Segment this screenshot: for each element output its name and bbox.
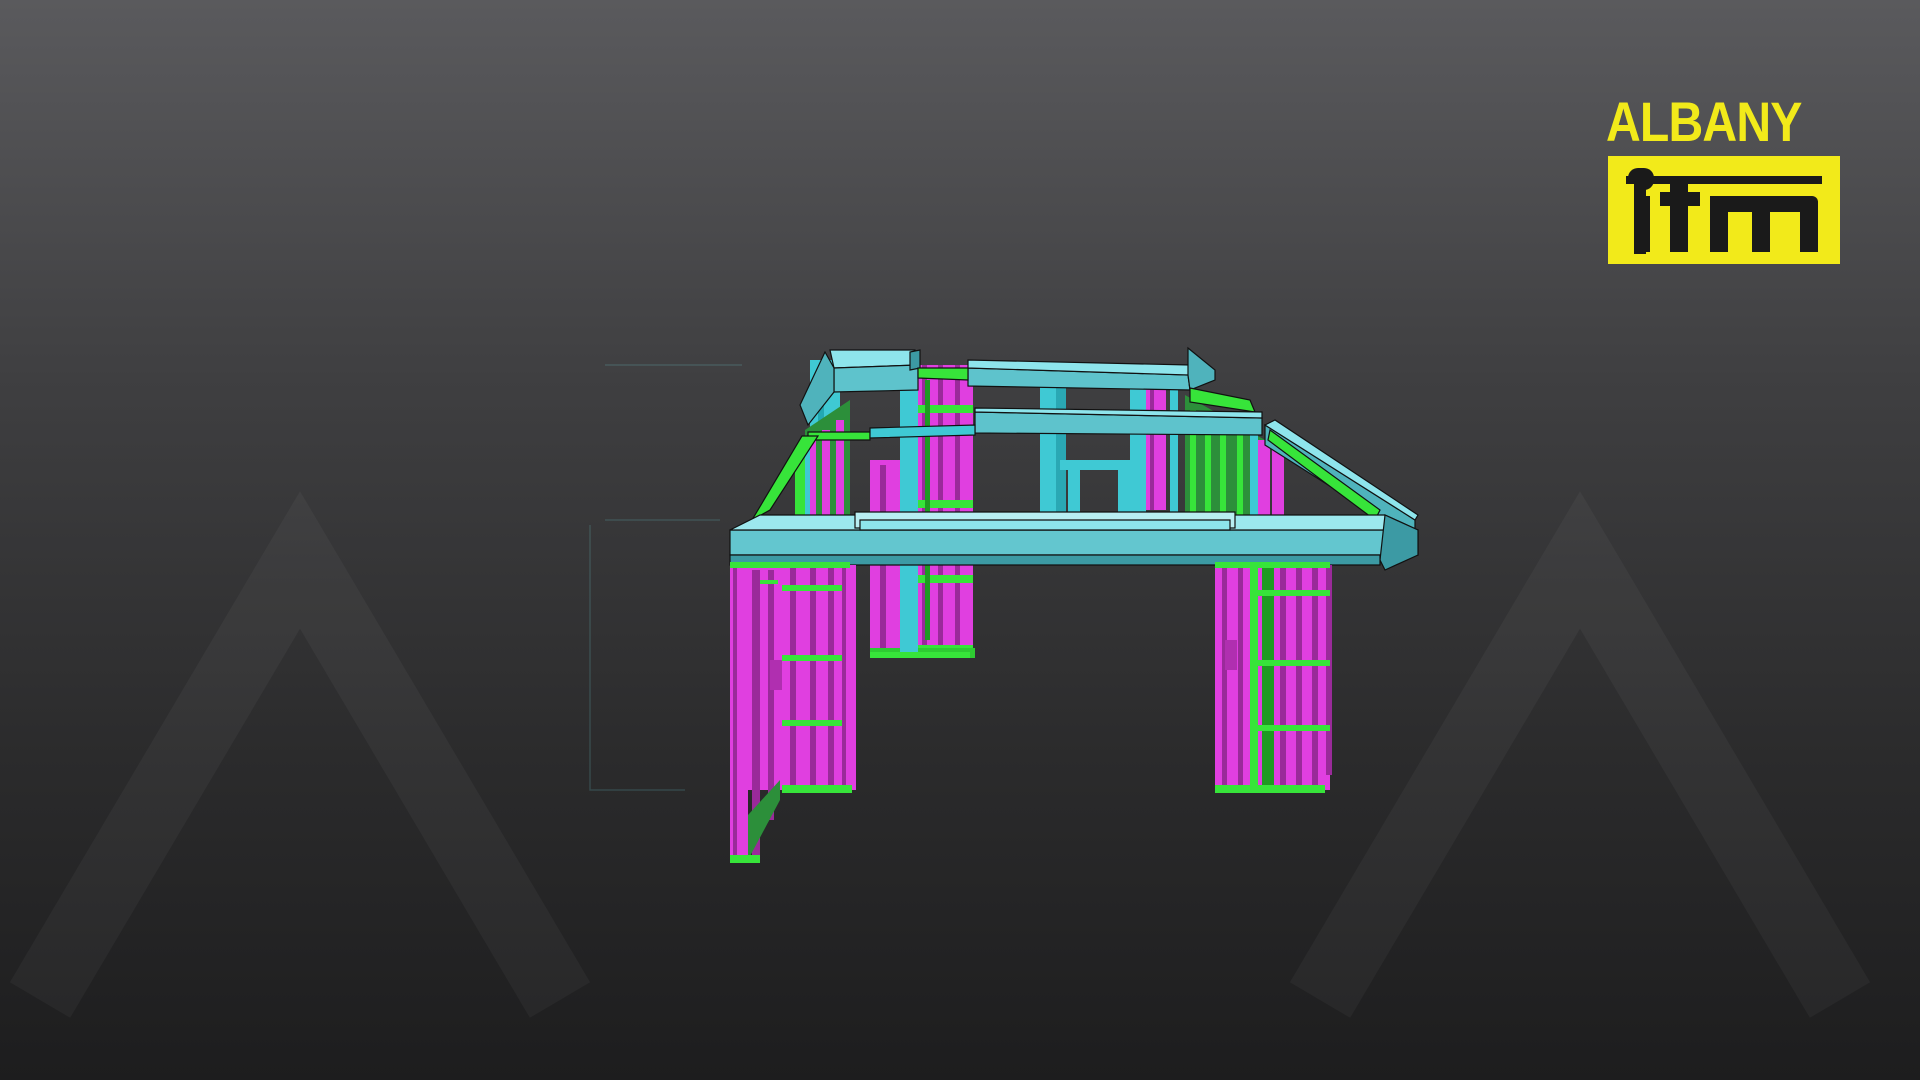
rear-bottom-plate [870,652,970,658]
front-left-wall [730,562,856,863]
itm-logo-mark [1608,156,1840,264]
front-right-wall [1215,562,1332,793]
albany-itm-logo: ALBANY [1606,94,1842,272]
logo-wordmark: ALBANY [1606,90,1802,153]
3d-viewport[interactable]: ALBANY [0,0,1920,1080]
